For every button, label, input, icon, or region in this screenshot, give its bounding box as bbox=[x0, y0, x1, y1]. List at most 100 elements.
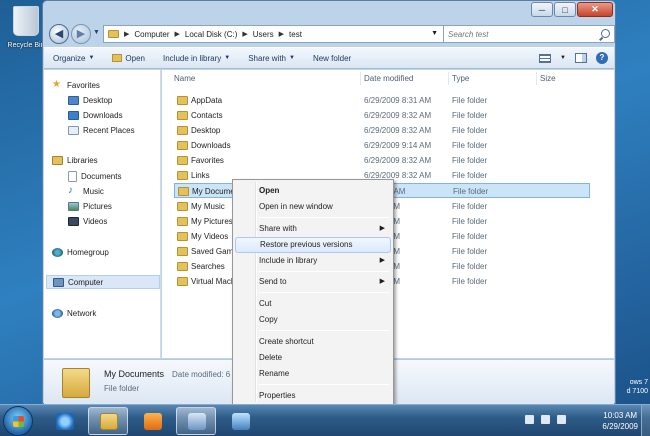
documents-icon bbox=[68, 170, 77, 182]
address-folder-icon bbox=[108, 30, 119, 38]
view-options-chevron-icon[interactable]: ▼ bbox=[560, 55, 566, 61]
new-folder-button[interactable]: New folder bbox=[304, 54, 360, 63]
nav-videos-label: Videos bbox=[83, 216, 108, 226]
nav-homegroup[interactable]: Homegroup bbox=[52, 245, 109, 259]
action-center-flag-icon[interactable] bbox=[525, 415, 534, 424]
maximize-button[interactable]: □ bbox=[554, 2, 576, 17]
menu-item-restore-previous-versions[interactable]: Restore previous versions bbox=[235, 237, 391, 253]
menu-item-properties[interactable]: Properties bbox=[235, 388, 391, 404]
search-icon[interactable] bbox=[601, 29, 610, 38]
navigation-row: ◀ ▶ ▼ ▶ Computer ▶ Local Disk (C:) ▶ Use… bbox=[49, 22, 615, 46]
breadcrumb-users[interactable]: Users bbox=[253, 30, 274, 39]
recycle-bin-desktop-icon[interactable]: Recycle Bin bbox=[6, 6, 46, 49]
volume-icon[interactable] bbox=[557, 415, 566, 424]
file-type: File folder bbox=[452, 171, 488, 180]
column-divider[interactable] bbox=[360, 72, 361, 85]
nav-recent-places-label: Recent Places bbox=[83, 125, 135, 135]
back-button[interactable]: ◀ bbox=[49, 24, 69, 44]
taskbar-internet-explorer[interactable] bbox=[44, 407, 84, 435]
nav-pictures[interactable]: Pictures bbox=[68, 199, 112, 213]
nav-videos[interactable]: Videos bbox=[68, 214, 107, 228]
menu-item-open[interactable]: Open bbox=[235, 183, 391, 199]
music-note-icon: ♪ bbox=[68, 185, 73, 196]
menu-separator bbox=[259, 271, 389, 272]
nav-computer[interactable]: Computer bbox=[46, 275, 160, 289]
breadcrumb-computer[interactable]: Computer bbox=[134, 30, 169, 39]
folder-icon bbox=[177, 232, 188, 241]
breadcrumb-test[interactable]: test bbox=[289, 30, 302, 39]
monitor-icon bbox=[232, 413, 250, 430]
organize-button[interactable]: Organize ▼ bbox=[44, 54, 103, 63]
change-view-icon[interactable] bbox=[539, 53, 552, 63]
taskbar-remote-app[interactable] bbox=[220, 407, 260, 435]
file-row-contacts[interactable]: Contacts 6/29/2009 8:32 AM File folder bbox=[174, 108, 590, 123]
menu-item-open-new-window[interactable]: Open in new window bbox=[235, 199, 391, 215]
nav-music[interactable]: ♪ Music bbox=[68, 184, 104, 198]
column-header-size[interactable]: Size bbox=[540, 74, 556, 83]
file-name: Searches bbox=[191, 262, 225, 271]
menu-separator bbox=[259, 217, 389, 218]
search-input[interactable] bbox=[448, 27, 594, 42]
close-button[interactable]: ✕ bbox=[577, 2, 613, 17]
minimize-button[interactable]: ─ bbox=[531, 2, 553, 17]
nav-recent-places[interactable]: Recent Places bbox=[68, 123, 135, 137]
column-header-name[interactable]: Name bbox=[174, 74, 195, 83]
breadcrumb-separator-icon[interactable]: ▶ bbox=[279, 30, 284, 38]
forward-button[interactable]: ▶ bbox=[71, 24, 91, 44]
menu-item-send-to[interactable]: Send to ▶ bbox=[235, 274, 391, 290]
menu-item-delete[interactable]: Delete bbox=[235, 350, 391, 366]
pictures-icon bbox=[68, 201, 79, 211]
nav-network[interactable]: Network bbox=[52, 306, 96, 320]
file-row-downloads[interactable]: Downloads 6/29/2009 9:14 AM File folder bbox=[174, 138, 590, 153]
show-desktop-button[interactable] bbox=[641, 405, 650, 436]
star-icon: ★ bbox=[52, 79, 61, 90]
breadcrumb-separator-icon[interactable]: ▶ bbox=[124, 30, 129, 38]
nav-libraries[interactable]: Libraries bbox=[52, 153, 98, 167]
file-row-appdata[interactable]: AppData 6/29/2009 8:31 AM File folder bbox=[174, 93, 590, 108]
column-header-date-modified[interactable]: Date modified bbox=[364, 74, 413, 83]
recent-pages-dropdown-icon[interactable]: ▼ bbox=[93, 29, 100, 36]
network-tray-icon[interactable] bbox=[541, 415, 550, 424]
nav-favorites[interactable]: ★ Favorites bbox=[52, 78, 100, 92]
file-row-favorites[interactable]: Favorites 6/29/2009 8:32 AM File folder bbox=[174, 153, 590, 168]
command-bar: Organize ▼ Open Include in library ▼ Sha… bbox=[44, 47, 614, 69]
include-in-library-button[interactable]: Include in library ▼ bbox=[154, 54, 239, 63]
menu-item-rename[interactable]: Rename bbox=[235, 366, 391, 382]
nav-downloads[interactable]: Downloads bbox=[68, 108, 123, 122]
help-icon[interactable]: ? bbox=[596, 52, 608, 64]
clock-time: 10:03 AM bbox=[603, 411, 638, 420]
menu-item-include-in-library[interactable]: Include in library ▶ bbox=[235, 253, 391, 269]
menu-separator bbox=[259, 384, 389, 385]
breadcrumb-local-disk[interactable]: Local Disk (C:) bbox=[185, 30, 237, 39]
breadcrumb-separator-icon[interactable]: ▶ bbox=[242, 30, 247, 38]
column-divider[interactable] bbox=[536, 72, 537, 85]
start-button[interactable] bbox=[3, 406, 33, 436]
taskbar-network-app[interactable] bbox=[176, 407, 216, 435]
breadcrumb-separator-icon[interactable]: ▶ bbox=[175, 30, 180, 38]
open-button[interactable]: Open bbox=[103, 54, 154, 63]
share-with-button[interactable]: Share with ▼ bbox=[239, 54, 304, 63]
file-type: File folder bbox=[452, 156, 488, 165]
taskbar-clock[interactable]: 10:03 AM 6/29/2009 bbox=[602, 410, 638, 432]
menu-item-share-with[interactable]: Share with ▶ bbox=[235, 221, 391, 237]
folder-icon bbox=[177, 141, 188, 150]
column-header-type[interactable]: Type bbox=[452, 74, 469, 83]
file-type: File folder bbox=[452, 247, 488, 256]
menu-item-create-shortcut[interactable]: Create shortcut bbox=[235, 334, 391, 350]
nav-documents[interactable]: Documents bbox=[68, 169, 121, 183]
taskbar-media-player[interactable] bbox=[132, 407, 172, 435]
preview-pane-icon[interactable] bbox=[575, 53, 587, 63]
taskbar-windows-explorer[interactable] bbox=[88, 407, 128, 435]
nav-libraries-label: Libraries bbox=[67, 155, 98, 165]
column-divider[interactable] bbox=[448, 72, 449, 85]
address-bar[interactable]: ▶ Computer ▶ Local Disk (C:) ▶ Users ▶ t… bbox=[103, 25, 457, 43]
file-row-desktop[interactable]: Desktop 6/29/2009 8:32 AM File folder bbox=[174, 123, 590, 138]
address-dropdown-icon[interactable]: ▼ bbox=[431, 30, 438, 37]
nav-favorites-label: Favorites bbox=[67, 80, 100, 90]
nav-pictures-label: Pictures bbox=[83, 201, 112, 211]
menu-item-copy[interactable]: Copy bbox=[235, 312, 391, 328]
network-icon bbox=[52, 308, 63, 318]
nav-desktop[interactable]: Desktop bbox=[68, 93, 112, 107]
menu-item-cut[interactable]: Cut bbox=[235, 296, 391, 312]
media-player-icon bbox=[144, 413, 162, 430]
